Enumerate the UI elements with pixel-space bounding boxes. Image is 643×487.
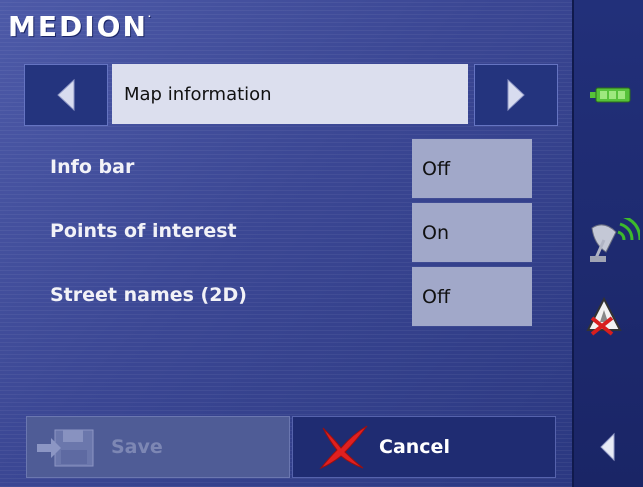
warning-no-signal-icon xyxy=(586,296,622,336)
setting-label-info-bar: Info bar xyxy=(50,156,135,178)
logo-mark: . xyxy=(147,10,153,19)
save-icon xyxy=(37,429,94,467)
medion-logo: MEDION. xyxy=(8,10,153,43)
back-arrow-icon xyxy=(600,432,615,462)
gps-satellite-icon xyxy=(590,218,640,262)
page-title: Map information xyxy=(112,64,468,124)
setting-value-street-names[interactable]: Off xyxy=(412,267,532,326)
save-button[interactable]: Save xyxy=(26,416,290,478)
battery-icon xyxy=(590,87,631,103)
arrow-right-icon xyxy=(507,78,525,112)
cancel-button[interactable]: Cancel xyxy=(292,416,556,478)
previous-page-button[interactable] xyxy=(24,64,108,126)
setting-label-points-of-interest: Points of interest xyxy=(50,220,237,242)
back-button[interactable] xyxy=(580,418,636,476)
save-label: Save xyxy=(111,436,163,458)
arrow-left-icon xyxy=(57,78,75,112)
setting-label-street-names: Street names (2D) xyxy=(50,284,247,306)
logo-text: MEDION xyxy=(8,10,148,43)
setting-value-points-of-interest[interactable]: On xyxy=(412,203,532,262)
cancel-label: Cancel xyxy=(379,436,450,458)
setting-value-info-bar[interactable]: Off xyxy=(412,139,532,198)
next-page-button[interactable] xyxy=(474,64,558,126)
cancel-icon xyxy=(319,425,368,470)
